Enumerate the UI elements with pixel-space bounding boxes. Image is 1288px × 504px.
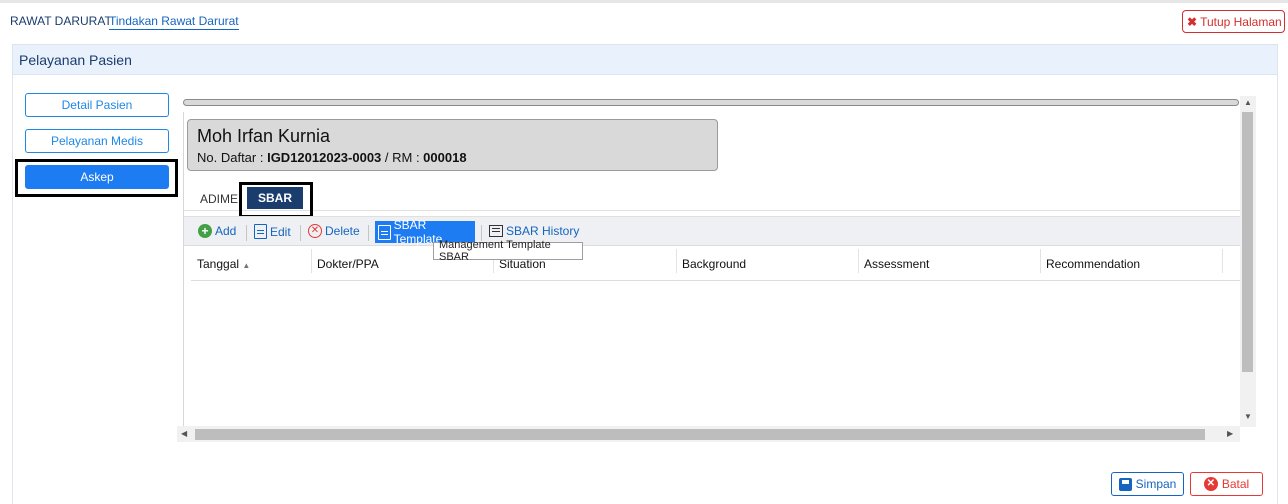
delete-icon: ✕ [308, 224, 322, 238]
vertical-scroll-thumb[interactable] [1242, 112, 1253, 372]
breadcrumb-root[interactable]: RAWAT DARURAT [10, 14, 112, 28]
edit-button[interactable]: Edit [254, 224, 291, 239]
main-content: Moh Irfan Kurnia No. Daftar : IGD1201202… [177, 96, 1256, 442]
toolbar-separator [368, 225, 369, 241]
column-divider [311, 249, 312, 273]
column-divider [1040, 249, 1041, 273]
collapsed-panel-bar[interactable] [183, 99, 1239, 106]
column-header-recommendation[interactable]: Recommendation [1046, 257, 1140, 271]
sort-asc-icon: ▲ [242, 261, 251, 270]
tab-sbar[interactable]: SBAR [247, 187, 303, 209]
add-button[interactable]: + Add [198, 224, 236, 238]
column-header-assessment[interactable]: Assessment [864, 257, 929, 271]
grid-body [191, 281, 1240, 423]
sbar-history-button[interactable]: SBAR History [489, 224, 579, 238]
column-divider [1222, 249, 1223, 273]
scroll-down-icon[interactable]: ▼ [1244, 412, 1252, 421]
rm-prefix: / RM : [381, 150, 424, 165]
plus-icon: + [198, 224, 212, 238]
scroll-up-icon[interactable]: ▲ [1244, 98, 1252, 107]
patient-reg-info: No. Daftar : IGD12012023-0003 / RM : 000… [197, 150, 467, 165]
column-label: Tanggal [197, 257, 240, 271]
panel-header: Pelayanan Pasien [13, 45, 1277, 75]
template-icon [378, 224, 391, 240]
edit-label: Edit [270, 224, 291, 239]
panel-title: Pelayanan Pasien [19, 52, 132, 68]
close-icon: ✖ [1187, 14, 1198, 29]
scroll-left-icon[interactable]: ◀ [181, 429, 187, 438]
cancel-icon: ✕ [1203, 477, 1218, 491]
column-divider [858, 249, 859, 273]
horizontal-scrollbar[interactable]: ◀ ▶ [177, 426, 1240, 442]
delete-button[interactable]: ✕ Delete [308, 224, 360, 238]
top-bar: RAWAT DARURAT Tindakan Rawat Darurat ✖ T… [0, 0, 1288, 34]
edit-icon [254, 224, 267, 239]
add-label: Add [215, 224, 237, 238]
tooltip-sbar-template: Management Template SBAR [433, 239, 583, 263]
delete-label: Delete [325, 224, 360, 238]
column-header-background[interactable]: Background [682, 257, 746, 271]
save-icon [1118, 477, 1132, 491]
patient-card: Moh Irfan Kurnia No. Daftar : IGD1201202… [187, 119, 718, 171]
column-header-dokter[interactable]: Dokter/PPA [317, 257, 379, 271]
reg-number: IGD12012023-0003 [267, 150, 382, 165]
sidebar-item-detail-pasien[interactable]: Detail Pasien [25, 93, 169, 117]
save-button[interactable]: Simpan [1111, 472, 1184, 496]
toolbar-separator [300, 225, 301, 241]
tab-adime[interactable]: ADIME [200, 192, 238, 206]
grid-toolbar: + Add Edit ✕ Delete SBAR Template SBAR H… [184, 216, 1240, 246]
cancel-label: Batal [1221, 477, 1250, 491]
horizontal-scroll-thumb[interactable] [195, 429, 1205, 440]
patient-name: Moh Irfan Kurnia [197, 126, 331, 146]
sidebar-item-pelayanan-medis[interactable]: Pelayanan Medis [25, 129, 169, 153]
sbar-history-label: SBAR History [506, 224, 580, 238]
breadcrumb-current[interactable]: Tindakan Rawat Darurat [109, 14, 239, 30]
close-page-label: Tutup Halaman [1200, 14, 1282, 29]
toolbar-separator [246, 225, 247, 241]
rm-number: 000018 [423, 150, 467, 165]
close-page-button[interactable]: ✖ Tutup Halaman [1182, 10, 1285, 33]
vertical-scrollbar[interactable]: ▲ ▼ [1240, 96, 1256, 427]
reg-prefix: No. Daftar : [197, 150, 268, 165]
askep-panel: Moh Irfan Kurnia No. Daftar : IGD1201202… [183, 112, 1240, 442]
cancel-button[interactable]: ✕ Batal [1190, 472, 1263, 496]
grid-header: Tanggal ▲ Dokter/PPA Situation Backgroun… [191, 247, 1240, 281]
tabs-divider [184, 210, 1240, 211]
column-header-tanggal[interactable]: Tanggal ▲ [197, 257, 250, 271]
column-divider [676, 249, 677, 273]
history-icon [489, 225, 503, 237]
sidebar-item-askep[interactable]: Askep [25, 165, 169, 189]
save-label: Simpan [1135, 477, 1177, 491]
scroll-right-icon[interactable]: ▶ [1227, 429, 1233, 438]
